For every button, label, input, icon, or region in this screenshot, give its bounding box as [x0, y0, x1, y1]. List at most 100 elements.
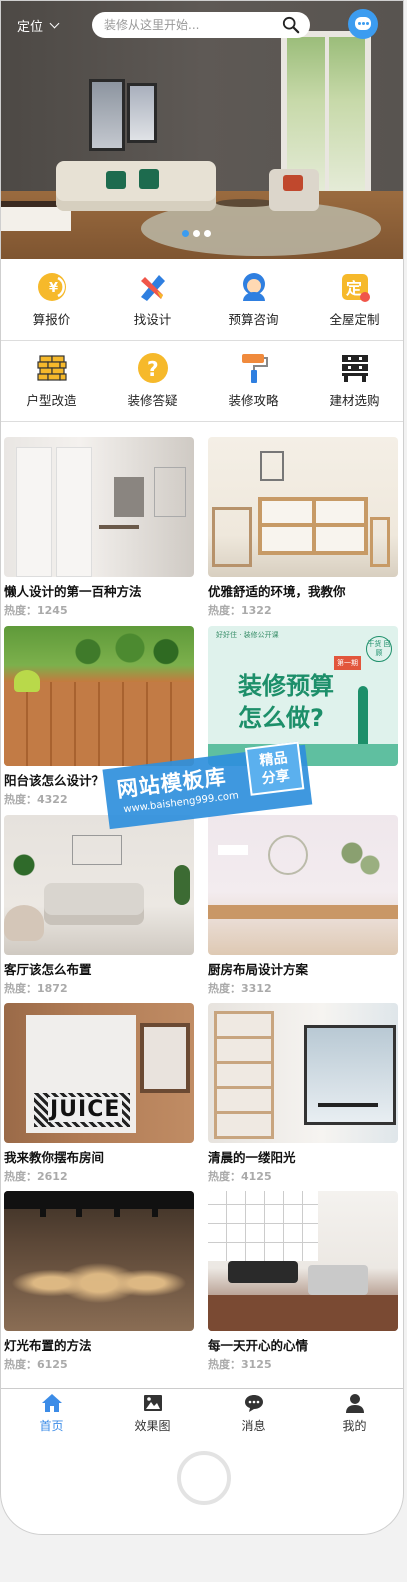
menu-item-label: 算报价 — [32, 312, 71, 327]
menu-item-label: 预算咨询 — [228, 312, 279, 327]
article-title: 厨房布局设计方案 — [208, 962, 309, 977]
article-card[interactable]: JUICE 我来教你摆布房间 热度：2612 — [4, 1003, 194, 1184]
watermark-tag-line: 分享 — [260, 767, 291, 788]
materials-shelf-icon — [339, 352, 371, 384]
menu-item-budget-consult[interactable]: 预算咨询 — [203, 261, 304, 340]
chevron-down-icon — [49, 18, 60, 29]
promo-badge: 第一期 — [334, 656, 361, 670]
article-title: 我来教你摆布房间 — [4, 1150, 105, 1165]
menu-item-label: 找设计 — [133, 312, 172, 327]
yen-coin-icon: ¥ — [36, 271, 68, 303]
tab-label: 消息 — [241, 1419, 266, 1433]
article-image — [4, 1191, 194, 1331]
user-icon — [344, 1393, 366, 1413]
article-card[interactable]: 客厅该怎么布置 热度：1872 — [4, 815, 194, 996]
custom-stamp-icon: 定 — [339, 271, 371, 303]
svg-text:¥: ¥ — [49, 281, 58, 296]
location-label: 定位 — [17, 20, 44, 35]
carousel-indicator — [182, 230, 211, 237]
promo-brand: 好好住 · 装修公开课 — [216, 631, 279, 639]
armchair — [269, 169, 319, 211]
article-heat: 热度：2612 — [4, 1170, 68, 1183]
menu-item-label: 装修攻略 — [228, 393, 279, 408]
juice-text: JUICE — [48, 1097, 123, 1122]
menu-item-materials[interactable]: 建材选购 — [304, 342, 403, 421]
article-image — [4, 815, 194, 955]
promo-headline: 怎么做? — [238, 704, 324, 732]
article-heat: 热度：1322 — [208, 604, 272, 617]
carousel-dot[interactable] — [204, 230, 211, 237]
home-button[interactable] — [177, 1451, 231, 1505]
brick-wall-icon — [36, 352, 68, 384]
article-card[interactable]: 厨房布局设计方案 热度：3312 — [208, 815, 398, 996]
article-heat: 热度：1245 — [4, 604, 68, 617]
consultant-avatar-icon — [238, 271, 270, 303]
svg-text:定: 定 — [345, 279, 362, 298]
article-title: 清晨的一缕阳光 — [208, 1150, 296, 1165]
article-heat: 热度：3125 — [208, 1358, 272, 1371]
chat-icon — [355, 17, 371, 30]
tab-gallery[interactable]: 效果图 — [102, 1389, 203, 1436]
sofa — [56, 161, 216, 211]
article-card[interactable]: 每一天开心的心情 热度：3125 — [208, 1191, 398, 1372]
menu-item-guide[interactable]: 装修攻略 — [203, 342, 304, 421]
tab-home[interactable]: 首页 — [1, 1389, 102, 1436]
carousel-dot[interactable] — [182, 230, 189, 237]
article-card[interactable]: 懒人设计的第一百种方法 热度：1245 — [4, 437, 194, 618]
article-heat: 热度：1872 — [4, 982, 68, 995]
menu-item-label: 装修答疑 — [127, 393, 178, 408]
menu-item-label: 全屋定制 — [329, 312, 380, 327]
top-bar: 定位 — [1, 1, 403, 49]
svg-text:?: ? — [147, 357, 159, 381]
article-card[interactable]: 清晨的一缕阳光 热度：4125 — [208, 1003, 398, 1184]
article-card[interactable]: 优雅舒适的环境，我教你 热度：1322 — [208, 437, 398, 618]
article-image — [208, 815, 398, 955]
hero-banner[interactable]: 定位 — [1, 1, 403, 259]
menu-item-qa[interactable]: ? 装修答疑 — [102, 342, 203, 421]
menu-item-label: 建材选购 — [329, 393, 380, 408]
home-icon — [41, 1393, 63, 1413]
image-icon — [142, 1393, 164, 1413]
quick-menu-row: 户型改造 ? 装修答疑 装修攻略 建材选购 — [1, 342, 403, 422]
article-heat: 热度：4125 — [208, 1170, 272, 1183]
menu-item-layout-reform[interactable]: 户型改造 — [1, 342, 102, 421]
menu-item-custom[interactable]: 定 全屋定制 — [304, 261, 403, 340]
search-input[interactable] — [104, 18, 274, 32]
wall-art — [89, 79, 125, 151]
article-title: 每一天开心的心情 — [208, 1338, 309, 1353]
article-image — [208, 1191, 398, 1331]
article-heat: 热度：3312 — [208, 982, 272, 995]
paint-roller-icon — [238, 352, 270, 384]
question-icon: ? — [137, 352, 169, 384]
chat-button[interactable] — [348, 9, 378, 39]
search-icon[interactable] — [282, 16, 300, 34]
wall-art — [127, 83, 157, 143]
article-image: JUICE — [4, 1003, 194, 1143]
search-bar[interactable] — [92, 12, 310, 38]
article-image — [4, 437, 194, 577]
article-image — [208, 437, 398, 577]
article-title: 优雅舒适的环境，我教你 — [208, 584, 346, 599]
carousel-dot[interactable] — [193, 230, 200, 237]
article-image — [208, 1003, 398, 1143]
ruler-pencil-icon — [137, 271, 169, 303]
promo-headline: 装修预算 — [238, 672, 334, 700]
message-icon — [243, 1393, 265, 1413]
tab-label: 首页 — [39, 1419, 64, 1433]
tab-label: 效果图 — [134, 1419, 171, 1433]
article-title: 客厅该怎么布置 — [4, 962, 92, 977]
location-selector[interactable]: 定位 — [17, 16, 60, 35]
tab-profile[interactable]: 我的 — [304, 1389, 403, 1436]
menu-item-label: 户型改造 — [26, 393, 77, 408]
menu-item-find-design[interactable]: 找设计 — [102, 261, 203, 340]
quick-menu-row: ¥ 算报价 找设计 预算咨询 定 全屋定制 — [1, 261, 403, 341]
phone-screen: 定位 ¥ — [0, 0, 404, 1535]
menu-item-quote[interactable]: ¥ 算报价 — [1, 261, 102, 340]
article-title: 灯光布置的方法 — [4, 1338, 92, 1353]
bottom-tab-bar: 首页 效果图 消息 我的 — [1, 1388, 403, 1436]
article-card[interactable]: 灯光布置的方法 热度：6125 — [4, 1191, 194, 1372]
tab-label: 我的 — [342, 1419, 367, 1433]
article-heat: 热度：6125 — [4, 1358, 68, 1371]
watermark-tag: 精品 分享 — [244, 741, 305, 796]
tab-messages[interactable]: 消息 — [203, 1389, 304, 1436]
